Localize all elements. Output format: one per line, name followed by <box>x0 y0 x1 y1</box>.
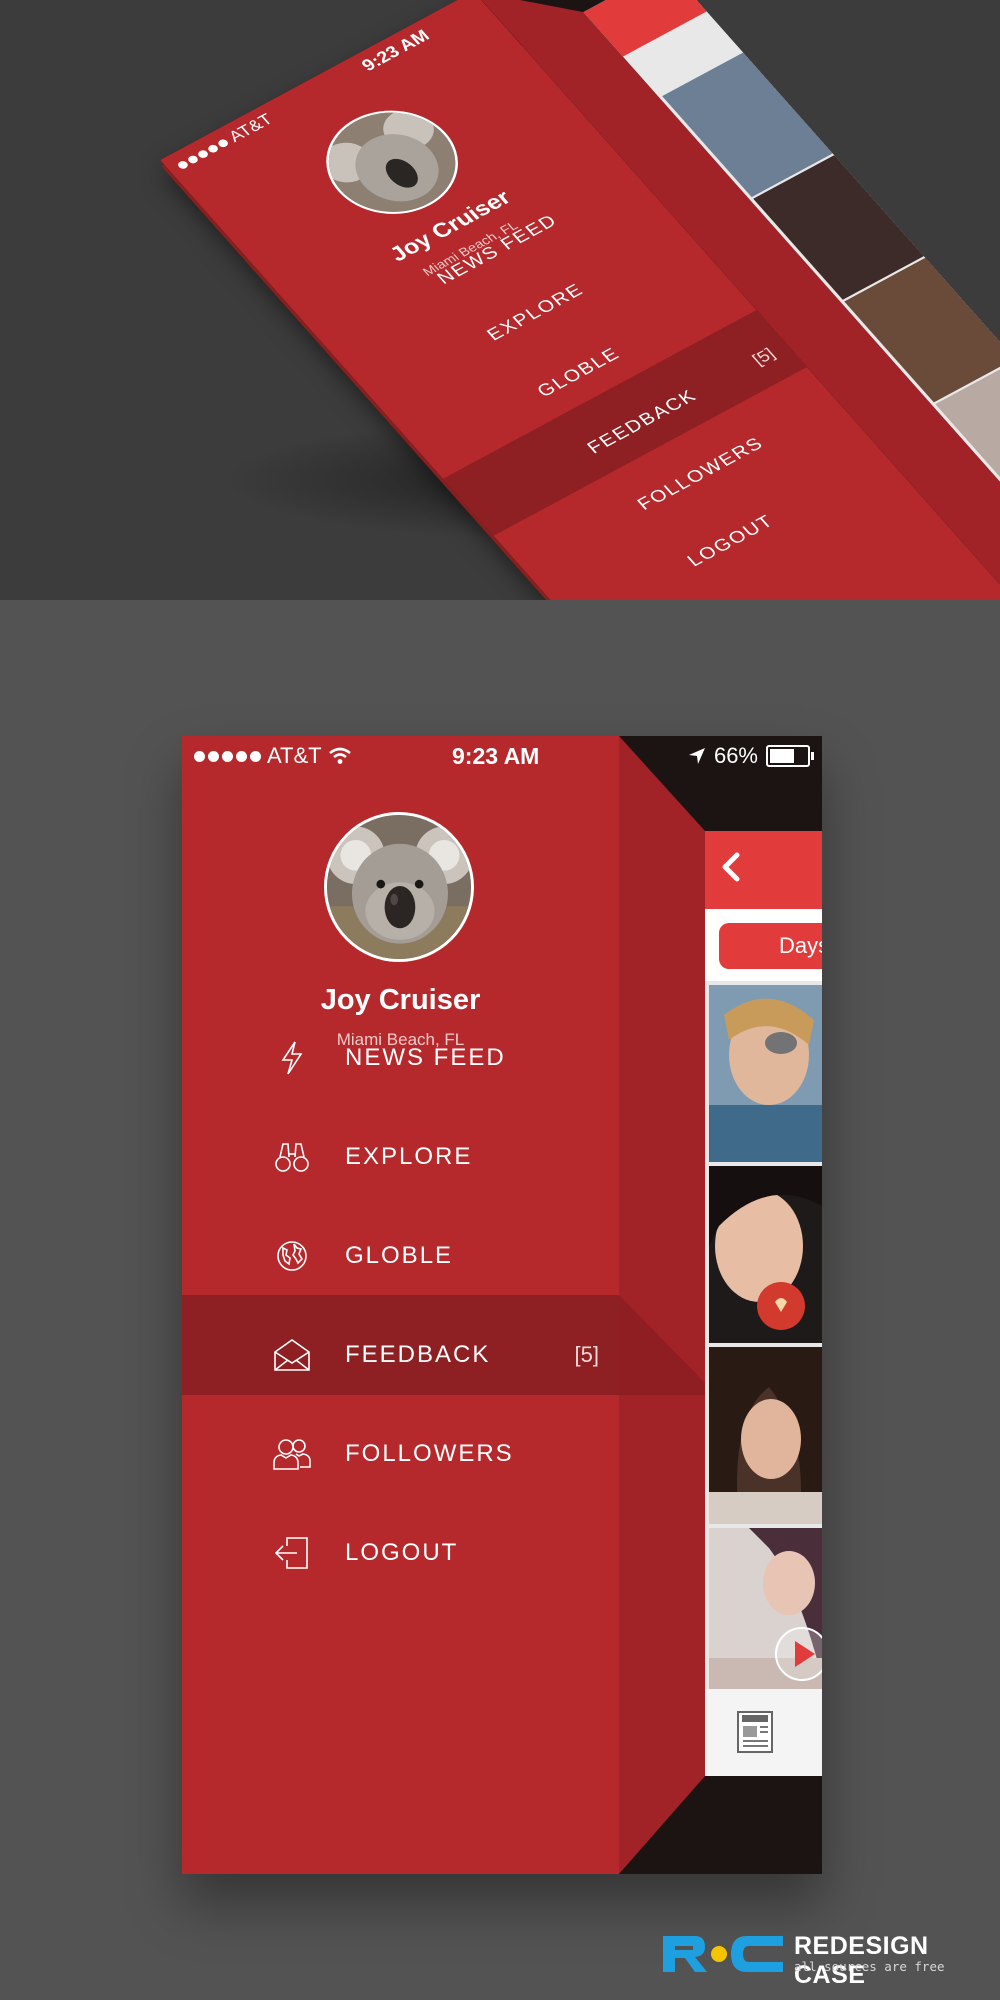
play-icon[interactable] <box>775 1627 822 1681</box>
menu-item-news-feed[interactable]: NEWS FEED <box>182 1008 619 1108</box>
menu-item-feedback[interactable]: FEEDBACK [5] <box>182 1305 619 1405</box>
brand-subtitle: all sources are free <box>794 1959 945 1974</box>
feedback-count-badge: [5] <box>574 1342 599 1367</box>
menu-label: EXPLORE <box>345 1143 473 1170</box>
menu-label: NEWS FEED <box>345 1044 506 1071</box>
side-menu: AT&T 9:23 AM Joy Cruiser Miami Beach, FL… <box>182 736 619 1874</box>
phone-screen: AT&T 9:23 AM Joy Cruiser Miami Beach, FL… <box>182 736 822 1874</box>
bottom-tab-bar <box>705 1689 822 1776</box>
wifi-icon <box>328 747 351 764</box>
menu-label: GLOBLE <box>345 1242 454 1269</box>
carrier-label: AT&T <box>267 743 322 768</box>
logout-icon <box>272 1533 312 1573</box>
tilted-carrier: AT&T <box>224 110 277 146</box>
followers-icon <box>272 1434 312 1474</box>
app-header <box>705 831 822 909</box>
fold-panel <box>619 736 705 1874</box>
main-app-peek[interactable]: Days <box>705 831 822 1776</box>
chevron-left-icon[interactable] <box>715 847 749 887</box>
tilted-label: GLOBLE <box>533 343 625 402</box>
menu-label: LOGOUT <box>345 1539 459 1566</box>
menu-item-logout[interactable]: LOGOUT <box>182 1503 619 1603</box>
menu-item-followers[interactable]: FOLLOWERS <box>182 1404 619 1504</box>
tilted-badge: [5] <box>748 344 779 369</box>
brand-watermark: REDESIGN CASE all sources are free <box>661 1930 981 1989</box>
signal-dots-icon <box>194 750 261 762</box>
envelope-icon <box>272 1335 312 1375</box>
status-time: 9:23 AM <box>452 743 540 769</box>
days-filter-button[interactable]: Days <box>719 923 822 969</box>
phone-mockup: AT&T 9:23 AM Joy Cruiser Miami Beach, FL… <box>182 736 822 1874</box>
photo-tile[interactable] <box>709 1166 822 1343</box>
photo-tile[interactable] <box>709 1347 822 1524</box>
status-left: AT&T <box>194 743 352 769</box>
filter-bar: Days <box>705 909 822 981</box>
redesign-case-logo <box>663 1936 783 1972</box>
binoculars-icon <box>272 1137 312 1177</box>
menu-item-globle[interactable]: GLOBLE <box>182 1206 619 1306</box>
menu-label: FEEDBACK <box>345 1341 491 1368</box>
news-icon[interactable] <box>735 1709 775 1755</box>
tilted-label: LOGOUT <box>683 511 779 571</box>
tilted-time: 9:23 AM <box>357 25 434 75</box>
lightning-icon <box>272 1038 312 1078</box>
globe-icon <box>272 1236 312 1276</box>
menu-item-explore[interactable]: EXPLORE <box>182 1107 619 1207</box>
avatar[interactable] <box>324 812 474 962</box>
menu-label: FOLLOWERS <box>345 1440 514 1467</box>
photo-tile[interactable] <box>709 985 822 1162</box>
perspective-mockup: AT&T 9:23 AM Joy Cruiser Miami Beach, FL… <box>0 0 1000 600</box>
